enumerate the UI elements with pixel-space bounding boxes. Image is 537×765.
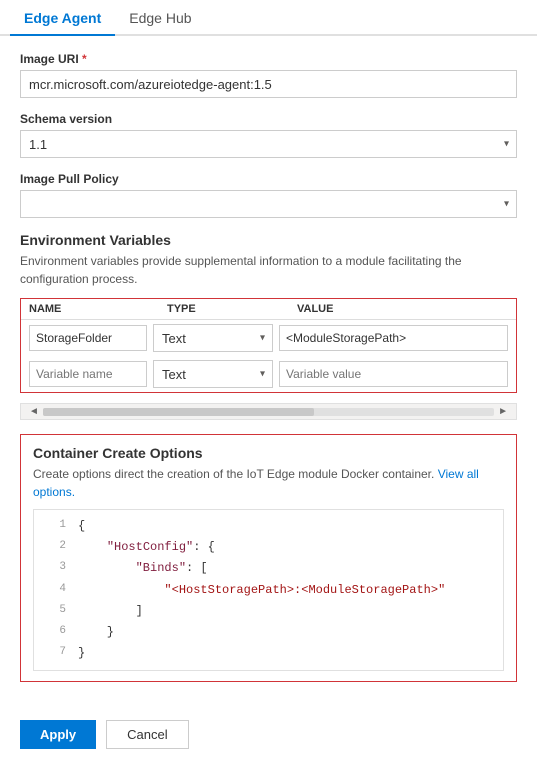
cancel-button[interactable]: Cancel <box>106 720 188 749</box>
scrollbar-thumb <box>43 408 314 416</box>
apply-button[interactable]: Apply <box>20 720 96 749</box>
scrollbar-track[interactable] <box>43 408 494 416</box>
scroll-left-arrow-icon[interactable]: ◄ <box>25 406 43 417</box>
env-type-select-1[interactable]: Text <box>153 324 273 352</box>
schema-version-label: Schema version <box>20 112 517 126</box>
env-new-value-input[interactable] <box>279 361 508 387</box>
code-line-7: 7 } <box>34 643 503 664</box>
schema-version-select-wrapper: 1.1 1.0 ▾ <box>20 130 517 158</box>
env-col-name-header: NAME <box>29 303 159 315</box>
env-type-select-wrapper-1: Text ▾ <box>153 324 273 352</box>
code-line-3: 3 "Binds": [ <box>34 558 503 579</box>
image-pull-policy-select-wrapper: on-failed never ▾ <box>20 190 517 218</box>
container-options-section: Container Create Options Create options … <box>20 434 517 682</box>
required-star: * <box>82 52 87 66</box>
tab-edge-agent-label: Edge Agent <box>24 10 101 26</box>
env-col-type-header: TYPE <box>159 303 289 315</box>
code-line-6: 6 } <box>34 622 503 643</box>
env-new-type-select-wrapper: Text ▾ <box>153 360 273 388</box>
env-new-row: Text ▾ <box>21 356 516 392</box>
code-line-4: 4 "<HostStoragePath>:<ModuleStoragePath>… <box>34 580 503 601</box>
horizontal-scrollbar[interactable]: ◄ ► <box>20 403 517 420</box>
code-line-5: 5 ] <box>34 601 503 622</box>
code-line-1: 1 { <box>34 516 503 537</box>
env-new-type-select[interactable]: Text <box>153 360 273 388</box>
image-pull-policy-label: Image Pull Policy <box>20 172 517 186</box>
tab-edge-hub[interactable]: Edge Hub <box>115 0 205 34</box>
tab-edge-hub-label: Edge Hub <box>129 10 191 26</box>
container-options-heading: Container Create Options <box>33 445 504 461</box>
env-new-name-input[interactable] <box>29 361 147 387</box>
env-name-input-1[interactable] <box>29 325 147 351</box>
action-buttons-bar: Apply Cancel <box>0 712 537 765</box>
schema-version-select[interactable]: 1.1 1.0 <box>20 130 517 158</box>
image-uri-input[interactable] <box>20 70 517 98</box>
env-variables-section: Environment Variables Environment variab… <box>20 232 517 420</box>
image-uri-group: Image URI * <box>20 52 517 98</box>
env-table-header-row: NAME TYPE VALUE <box>21 299 516 320</box>
scroll-right-arrow-icon[interactable]: ► <box>494 406 512 417</box>
main-content: Image URI * Schema version 1.1 1.0 ▾ Ima… <box>0 36 537 712</box>
container-options-code: 1 { 2 "HostConfig": { 3 "Binds": [ 4 <box>33 509 504 671</box>
env-variables-heading: Environment Variables <box>20 232 517 248</box>
schema-version-group: Schema version 1.1 1.0 ▾ <box>20 112 517 158</box>
env-variables-table: NAME TYPE VALUE Text ▾ <box>20 298 517 393</box>
image-pull-policy-group: Image Pull Policy on-failed never ▾ <box>20 172 517 218</box>
env-value-input-1[interactable] <box>279 325 508 351</box>
env-col-value-header: VALUE <box>289 303 508 315</box>
image-uri-label: Image URI * <box>20 52 517 66</box>
env-variables-desc: Environment variables provide supplement… <box>20 252 517 288</box>
tab-edge-agent[interactable]: Edge Agent <box>10 0 115 36</box>
code-line-2: 2 "HostConfig": { <box>34 537 503 558</box>
container-options-desc: Create options direct the creation of th… <box>33 465 504 501</box>
env-row-1: Text ▾ <box>21 320 516 356</box>
image-pull-policy-select[interactable]: on-failed never <box>20 190 517 218</box>
tab-bar: Edge Agent Edge Hub <box>0 0 537 36</box>
